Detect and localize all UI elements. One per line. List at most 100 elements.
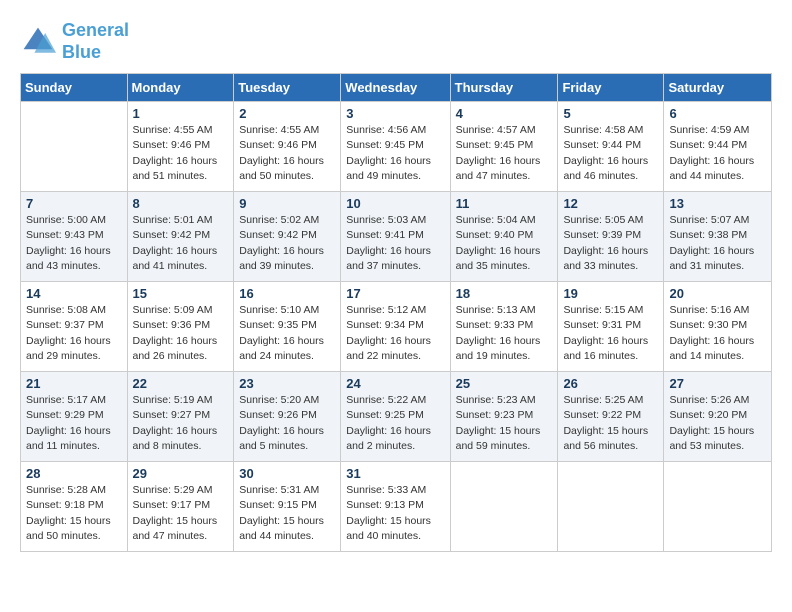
day-info: Sunrise: 5:15 AMSunset: 9:31 PMDaylight:… <box>563 303 658 364</box>
day-info: Sunrise: 5:22 AMSunset: 9:25 PMDaylight:… <box>346 393 444 454</box>
calendar-cell: 12 Sunrise: 5:05 AMSunset: 9:39 PMDayligh… <box>558 192 664 282</box>
day-number: 21 <box>26 376 122 391</box>
calendar-cell <box>21 102 128 192</box>
calendar-cell <box>450 462 558 552</box>
calendar-cell: 2 Sunrise: 4:55 AMSunset: 9:46 PMDaylight… <box>234 102 341 192</box>
calendar-cell <box>664 462 772 552</box>
day-number: 13 <box>669 196 766 211</box>
column-header-tuesday: Tuesday <box>234 74 341 102</box>
day-info: Sunrise: 5:13 AMSunset: 9:33 PMDaylight:… <box>456 303 553 364</box>
calendar-cell: 1 Sunrise: 4:55 AMSunset: 9:46 PMDaylight… <box>127 102 234 192</box>
page-header: General Blue <box>20 20 772 63</box>
day-number: 15 <box>133 286 229 301</box>
day-number: 8 <box>133 196 229 211</box>
day-info: Sunrise: 5:31 AMSunset: 9:15 PMDaylight:… <box>239 483 335 544</box>
day-number: 6 <box>669 106 766 121</box>
day-number: 25 <box>456 376 553 391</box>
day-info: Sunrise: 5:23 AMSunset: 9:23 PMDaylight:… <box>456 393 553 454</box>
calendar-week-3: 14 Sunrise: 5:08 AMSunset: 9:37 PMDayligh… <box>21 282 772 372</box>
calendar-cell: 30 Sunrise: 5:31 AMSunset: 9:15 PMDayligh… <box>234 462 341 552</box>
column-header-wednesday: Wednesday <box>341 74 450 102</box>
day-info: Sunrise: 5:29 AMSunset: 9:17 PMDaylight:… <box>133 483 229 544</box>
day-info: Sunrise: 5:12 AMSunset: 9:34 PMDaylight:… <box>346 303 444 364</box>
day-number: 3 <box>346 106 444 121</box>
logo-text: General Blue <box>62 20 129 63</box>
calendar-cell: 5Sunrise: 4:58 AMSunset: 9:44 PMDaylight… <box>558 102 664 192</box>
day-number: 10 <box>346 196 444 211</box>
day-info: Sunrise: 5:17 AMSunset: 9:29 PMDaylight:… <box>26 393 122 454</box>
calendar-cell: 19 Sunrise: 5:15 AMSunset: 9:31 PMDayligh… <box>558 282 664 372</box>
day-number: 2 <box>239 106 335 121</box>
day-number: 26 <box>563 376 658 391</box>
calendar-cell: 6 Sunrise: 4:59 AMSunset: 9:44 PMDaylight… <box>664 102 772 192</box>
day-info: Sunrise: 5:08 AMSunset: 9:37 PMDaylight:… <box>26 303 122 364</box>
calendar-cell: 31 Sunrise: 5:33 AMSunset: 9:13 PMDayligh… <box>341 462 450 552</box>
calendar-cell: 27Sunrise: 5:26 AMSunset: 9:20 PMDayligh… <box>664 372 772 462</box>
calendar-header: SundayMondayTuesdayWednesdayThursdayFrid… <box>21 74 772 102</box>
day-info: Sunrise: 5:00 AMSunset: 9:43 PMDaylight:… <box>26 213 122 274</box>
calendar-cell: 16Sunrise: 5:10 AMSunset: 9:35 PMDayligh… <box>234 282 341 372</box>
calendar-week-1: 1 Sunrise: 4:55 AMSunset: 9:46 PMDaylight… <box>21 102 772 192</box>
day-info: Sunrise: 5:05 AMSunset: 9:39 PMDaylight:… <box>563 213 658 274</box>
day-number: 28 <box>26 466 122 481</box>
day-number: 18 <box>456 286 553 301</box>
calendar-week-2: 7 Sunrise: 5:00 AMSunset: 9:43 PMDaylight… <box>21 192 772 282</box>
calendar-cell: 15 Sunrise: 5:09 AMSunset: 9:36 PMDayligh… <box>127 282 234 372</box>
column-header-monday: Monday <box>127 74 234 102</box>
calendar-body: 1 Sunrise: 4:55 AMSunset: 9:46 PMDaylight… <box>21 102 772 552</box>
calendar-week-5: 28 Sunrise: 5:28 AMSunset: 9:18 PMDayligh… <box>21 462 772 552</box>
calendar-cell: 8 Sunrise: 5:01 AMSunset: 9:42 PMDaylight… <box>127 192 234 282</box>
column-header-thursday: Thursday <box>450 74 558 102</box>
calendar-cell: 22 Sunrise: 5:19 AMSunset: 9:27 PMDayligh… <box>127 372 234 462</box>
calendar-cell: 26 Sunrise: 5:25 AMSunset: 9:22 PMDayligh… <box>558 372 664 462</box>
column-header-sunday: Sunday <box>21 74 128 102</box>
logo: General Blue <box>20 20 129 63</box>
day-info: Sunrise: 4:56 AMSunset: 9:45 PMDaylight:… <box>346 123 444 184</box>
calendar-table: SundayMondayTuesdayWednesdayThursdayFrid… <box>20 73 772 552</box>
day-number: 23 <box>239 376 335 391</box>
calendar-cell: 28 Sunrise: 5:28 AMSunset: 9:18 PMDayligh… <box>21 462 128 552</box>
day-number: 14 <box>26 286 122 301</box>
day-info: Sunrise: 5:02 AMSunset: 9:42 PMDaylight:… <box>239 213 335 274</box>
calendar-cell: 11Sunrise: 5:04 AMSunset: 9:40 PMDayligh… <box>450 192 558 282</box>
day-number: 20 <box>669 286 766 301</box>
calendar-cell: 4Sunrise: 4:57 AMSunset: 9:45 PMDaylight… <box>450 102 558 192</box>
calendar-cell: 7 Sunrise: 5:00 AMSunset: 9:43 PMDaylight… <box>21 192 128 282</box>
calendar-cell: 29 Sunrise: 5:29 AMSunset: 9:17 PMDayligh… <box>127 462 234 552</box>
calendar-cell: 21 Sunrise: 5:17 AMSunset: 9:29 PMDayligh… <box>21 372 128 462</box>
day-number: 17 <box>346 286 444 301</box>
calendar-cell: 17 Sunrise: 5:12 AMSunset: 9:34 PMDayligh… <box>341 282 450 372</box>
day-number: 31 <box>346 466 444 481</box>
day-number: 12 <box>563 196 658 211</box>
calendar-cell: 9 Sunrise: 5:02 AMSunset: 9:42 PMDaylight… <box>234 192 341 282</box>
day-number: 9 <box>239 196 335 211</box>
day-number: 16 <box>239 286 335 301</box>
day-info: Sunrise: 5:33 AMSunset: 9:13 PMDaylight:… <box>346 483 444 544</box>
day-info: Sunrise: 5:03 AMSunset: 9:41 PMDaylight:… <box>346 213 444 274</box>
calendar-cell: 13 Sunrise: 5:07 AMSunset: 9:38 PMDayligh… <box>664 192 772 282</box>
day-info: Sunrise: 5:07 AMSunset: 9:38 PMDaylight:… <box>669 213 766 274</box>
calendar-cell: 14 Sunrise: 5:08 AMSunset: 9:37 PMDayligh… <box>21 282 128 372</box>
day-number: 1 <box>133 106 229 121</box>
day-info: Sunrise: 4:55 AMSunset: 9:46 PMDaylight:… <box>133 123 229 184</box>
day-number: 29 <box>133 466 229 481</box>
column-header-friday: Friday <box>558 74 664 102</box>
day-number: 7 <box>26 196 122 211</box>
day-number: 5 <box>563 106 658 121</box>
day-number: 22 <box>133 376 229 391</box>
calendar-cell: 25 Sunrise: 5:23 AMSunset: 9:23 PMDayligh… <box>450 372 558 462</box>
day-number: 30 <box>239 466 335 481</box>
day-number: 11 <box>456 196 553 211</box>
day-number: 24 <box>346 376 444 391</box>
day-number: 19 <box>563 286 658 301</box>
column-header-saturday: Saturday <box>664 74 772 102</box>
day-info: Sunrise: 5:01 AMSunset: 9:42 PMDaylight:… <box>133 213 229 274</box>
calendar-cell: 24 Sunrise: 5:22 AMSunset: 9:25 PMDayligh… <box>341 372 450 462</box>
day-info: Sunrise: 4:59 AMSunset: 9:44 PMDaylight:… <box>669 123 766 184</box>
day-info: Sunrise: 5:09 AMSunset: 9:36 PMDaylight:… <box>133 303 229 364</box>
day-info: Sunrise: 5:28 AMSunset: 9:18 PMDaylight:… <box>26 483 122 544</box>
day-number: 27 <box>669 376 766 391</box>
day-info: Sunrise: 5:19 AMSunset: 9:27 PMDaylight:… <box>133 393 229 454</box>
day-info: Sunrise: 5:25 AMSunset: 9:22 PMDaylight:… <box>563 393 658 454</box>
day-info: Sunrise: 4:55 AMSunset: 9:46 PMDaylight:… <box>239 123 335 184</box>
